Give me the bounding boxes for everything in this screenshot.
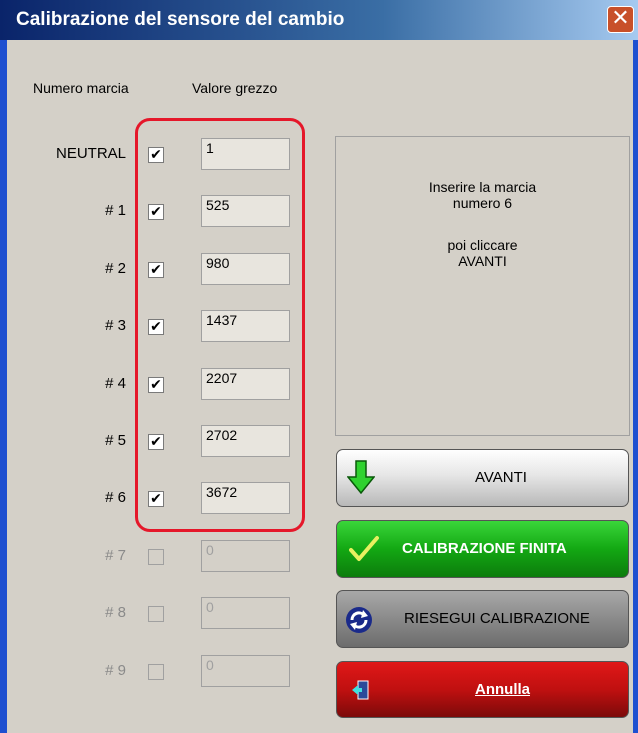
instruction-line-1: Inserire la marcia (428, 179, 537, 195)
exit-door-icon (352, 680, 369, 700)
finish-calibration-button[interactable]: CALIBRAZIONE FINITA (336, 520, 629, 578)
calibration-dialog: Calibrazione del sensore del cambio ✕ Nu… (0, 0, 638, 733)
instruction-line-2: numero 6 (452, 195, 513, 211)
window-frame-right (633, 40, 638, 733)
gear-label: # 5 (105, 432, 126, 449)
redo-calibration-button[interactable]: RIESEGUI CALIBRAZIONE (336, 590, 629, 648)
gear-label: # 1 (105, 202, 126, 219)
window-title: Calibrazione del sensore del cambio (16, 9, 345, 30)
window-frame-left (0, 40, 7, 733)
gear-label: # 4 (105, 375, 126, 392)
checkmark-icon (349, 536, 379, 561)
raw-value-field[interactable]: 0 (201, 597, 290, 629)
gear-label: # 7 (105, 547, 126, 564)
gear-checkbox[interactable] (148, 549, 164, 565)
gear-label: # 8 (105, 604, 126, 621)
refresh-icon (346, 607, 372, 633)
close-button[interactable]: ✕ (607, 6, 634, 33)
instruction-line-4: AVANTI (458, 253, 507, 269)
gear-label: # 3 (105, 317, 126, 334)
gear-checkbox[interactable] (148, 664, 164, 680)
instructions-panel: Inserire la marcia numero 6 poi cliccare… (335, 136, 630, 436)
gear-label: NEUTRAL (55, 145, 126, 162)
title-bar[interactable]: Calibrazione del sensore del cambio ✕ (0, 0, 638, 40)
raw-value-header: Valore grezzo (192, 80, 278, 96)
raw-value-field[interactable]: 0 (201, 540, 290, 572)
gear-checkbox[interactable] (148, 606, 164, 622)
finish-calibration-label: CALIBRAZIONE FINITA (402, 540, 567, 557)
gear-label: # 9 (105, 662, 126, 679)
instruction-line-3: poi cliccare (447, 237, 518, 253)
next-button[interactable]: AVANTI (336, 449, 629, 507)
gear-label: # 6 (105, 489, 126, 506)
raw-value-field[interactable]: 0 (201, 655, 290, 687)
cancel-button[interactable]: Annulla (336, 661, 629, 718)
cancel-button-label: Annulla (475, 681, 530, 698)
next-button-label: AVANTI (475, 469, 527, 486)
gear-number-header: Numero marcia (33, 80, 129, 96)
redo-calibration-label: RIESEGUI CALIBRAZIONE (404, 610, 590, 627)
close-icon: ✕ (611, 6, 630, 31)
arrow-down-icon (347, 460, 375, 494)
completed-rows-highlight (135, 118, 305, 532)
gear-label: # 2 (105, 260, 126, 277)
